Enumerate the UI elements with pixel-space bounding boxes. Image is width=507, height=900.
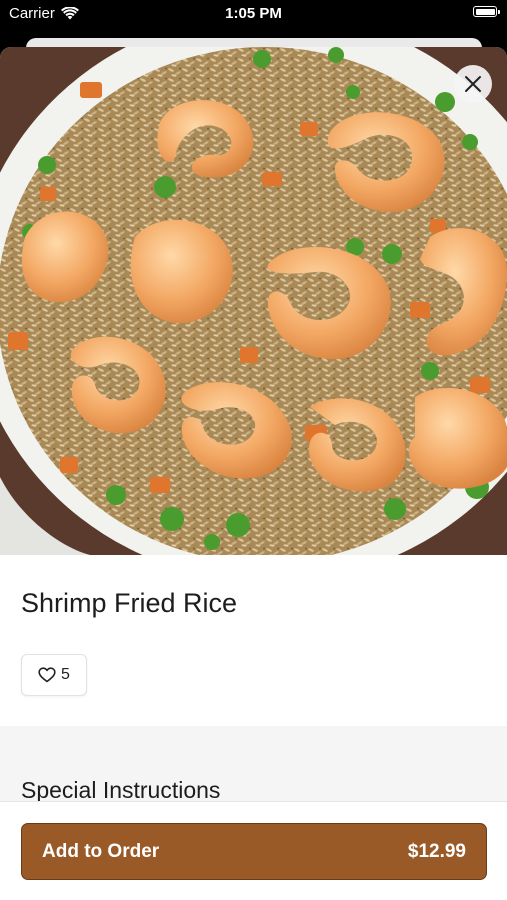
special-instructions-heading: Special Instructions <box>21 777 221 803</box>
add-to-order-button[interactable]: Add to Order $12.99 <box>21 823 487 880</box>
status-time: 1:05 PM <box>225 5 282 22</box>
item-detail-sheet: Shrimp Fried Rice 5 Special Instructions… <box>0 47 507 900</box>
close-button[interactable] <box>454 65 492 103</box>
status-bar: Carrier 1:05 PM <box>0 0 507 30</box>
item-price: $12.99 <box>407 840 466 862</box>
heart-icon <box>38 667 56 683</box>
like-button[interactable]: 5 <box>21 654 87 696</box>
food-image <box>0 47 507 555</box>
status-right <box>473 6 500 17</box>
app-screen: Carrier 1:05 PM Shrimp Fried Rice 5 Spec… <box>0 0 507 900</box>
close-icon <box>465 76 481 92</box>
battery-icon <box>473 6 500 17</box>
bottom-action-bar: Add to Order $12.99 <box>0 801 507 900</box>
food-photo-illustration <box>0 47 507 555</box>
item-title: Shrimp Fried Rice <box>21 588 238 618</box>
like-count: 5 <box>61 666 70 683</box>
add-to-order-label: Add to Order <box>42 840 160 862</box>
